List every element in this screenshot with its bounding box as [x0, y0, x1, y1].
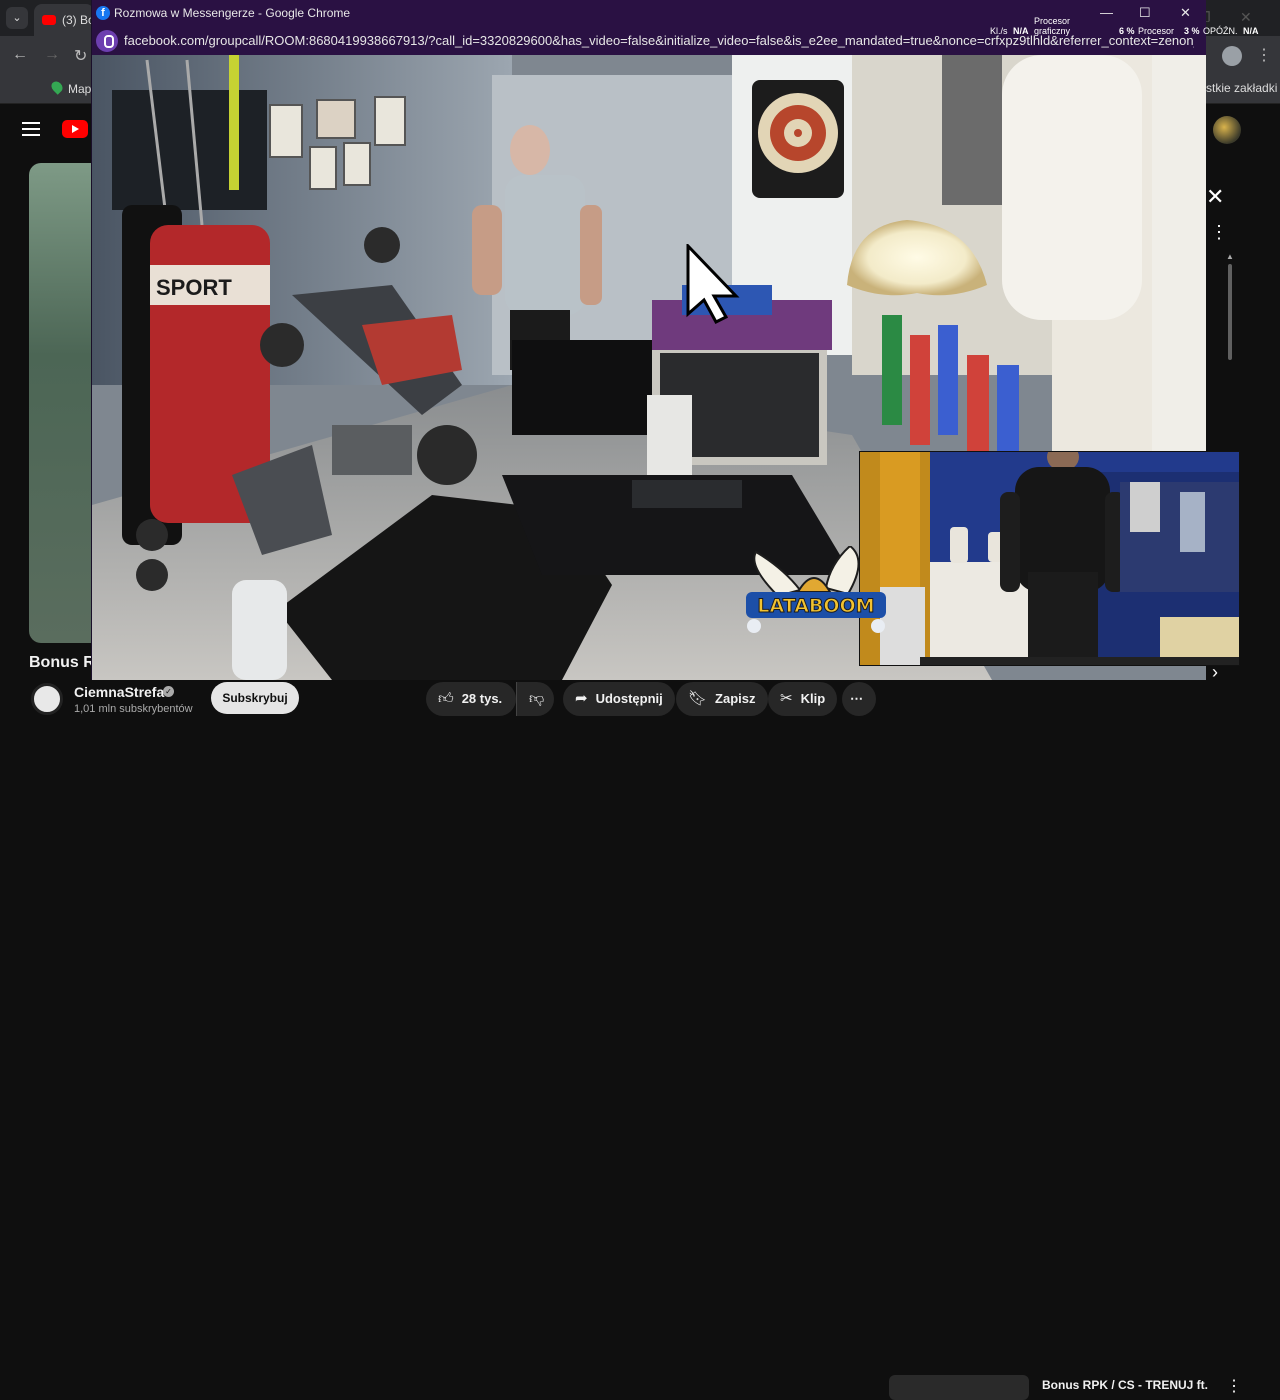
- bookmark-icon: 🔖︎: [688, 690, 708, 707]
- subscriber-count: 1,01 mln subskrybentów: [74, 703, 193, 715]
- user-avatar[interactable]: [1213, 116, 1241, 144]
- chrome-menu-icon[interactable]: ⋮: [1256, 45, 1272, 65]
- youtube-tab-icon: [42, 15, 56, 25]
- performance-stats-overlay: Kl./s N/A Procesor graficzny 6 % Proceso…: [985, 15, 1280, 39]
- facebook-icon: f: [96, 6, 110, 20]
- more-actions-button[interactable]: ⋯: [842, 682, 876, 716]
- microphone-icon[interactable]: [96, 30, 118, 52]
- share-icon: ➦: [575, 690, 588, 707]
- next-video-thumbnail[interactable]: [889, 1375, 1029, 1400]
- scrollbar-thumb[interactable]: [1228, 264, 1232, 360]
- tab-search-button[interactable]: ⌄: [6, 7, 28, 29]
- channel-row: CiemnaStrefa ✓ 1,01 mln subskrybentów Su…: [0, 680, 1280, 1400]
- background-tab-title: (3) Bo: [62, 13, 94, 27]
- more-options-icon[interactable]: ⋮: [1210, 222, 1228, 243]
- share-button[interactable]: ➦ Udostępnij: [563, 682, 675, 716]
- scissors-icon: ✂: [780, 690, 793, 707]
- cpu-value: 3 %: [1184, 26, 1200, 36]
- gpu-label-bottom: graficzny: [1034, 26, 1071, 36]
- latency-label: OPÓŹN.: [1203, 26, 1238, 36]
- back-icon[interactable]: ←: [12, 46, 28, 64]
- lataboom-logo: LATABOOM: [746, 546, 886, 633]
- bookmark-maps-label: Map: [68, 82, 92, 96]
- gpu-label-top: Procesor: [1034, 16, 1071, 26]
- background-youtube-tab[interactable]: (3) Bo: [34, 4, 94, 36]
- logo-text: LATABOOM: [757, 595, 874, 617]
- reload-icon[interactable]: ↻: [74, 46, 87, 66]
- mouse-cursor-icon: [686, 244, 740, 324]
- fps-value: N/A: [1013, 26, 1029, 36]
- forward-icon[interactable]: →: [44, 46, 60, 64]
- self-view-video[interactable]: [859, 451, 1240, 666]
- like-button[interactable]: 👍︎ 28 tys.: [426, 682, 516, 716]
- clip-label: Klip: [800, 691, 826, 706]
- profile-icon[interactable]: [1222, 46, 1242, 66]
- channel-avatar[interactable]: [31, 683, 63, 715]
- channel-name[interactable]: CiemnaStrefa: [74, 684, 164, 700]
- next-video-more-icon[interactable]: ⋮: [1226, 1376, 1242, 1396]
- thumbs-up-icon: 👍︎: [438, 690, 454, 707]
- video-player-edge[interactable]: [29, 163, 93, 643]
- gpu-value: 6 %: [1119, 26, 1135, 36]
- thumbs-down-icon: 👎︎: [529, 690, 545, 707]
- dislike-button[interactable]: 👎︎: [516, 682, 554, 716]
- maps-pin-icon: [49, 79, 65, 95]
- all-bookmarks[interactable]: stkie zakładki: [1206, 81, 1277, 95]
- save-button[interactable]: 🔖︎ Zapisz: [676, 682, 768, 716]
- youtube-logo-icon[interactable]: [62, 120, 88, 138]
- share-label: Udostępnij: [595, 691, 663, 706]
- clip-button[interactable]: ✂ Klip: [768, 682, 838, 716]
- close-icon[interactable]: ✕: [1206, 184, 1224, 210]
- video-title: Bonus R: [29, 654, 91, 671]
- svg-text:SPORT: SPORT: [156, 275, 232, 300]
- menu-hamburger-icon[interactable]: [22, 122, 40, 136]
- scrollbar[interactable]: ▲: [1226, 252, 1234, 362]
- cpu-label: Procesor: [1138, 26, 1175, 36]
- fps-label: Kl./s: [990, 26, 1008, 36]
- verified-icon: ✓: [163, 686, 174, 697]
- subscribe-button[interactable]: Subskrybuj: [211, 682, 299, 714]
- save-label: Zapisz: [715, 691, 756, 706]
- scroll-up-icon[interactable]: ▲: [1226, 252, 1234, 261]
- bookmark-maps[interactable]: Map: [49, 79, 92, 96]
- like-count: 28 tys.: [461, 691, 503, 706]
- next-video-title[interactable]: Bonus RPK / CS - TRENUJ ft.: [1042, 1378, 1208, 1392]
- self-view-scene: [860, 452, 1239, 665]
- popup-title: Rozmowa w Messengerze - Google Chrome: [114, 6, 351, 20]
- latency-value: N/A: [1243, 26, 1259, 36]
